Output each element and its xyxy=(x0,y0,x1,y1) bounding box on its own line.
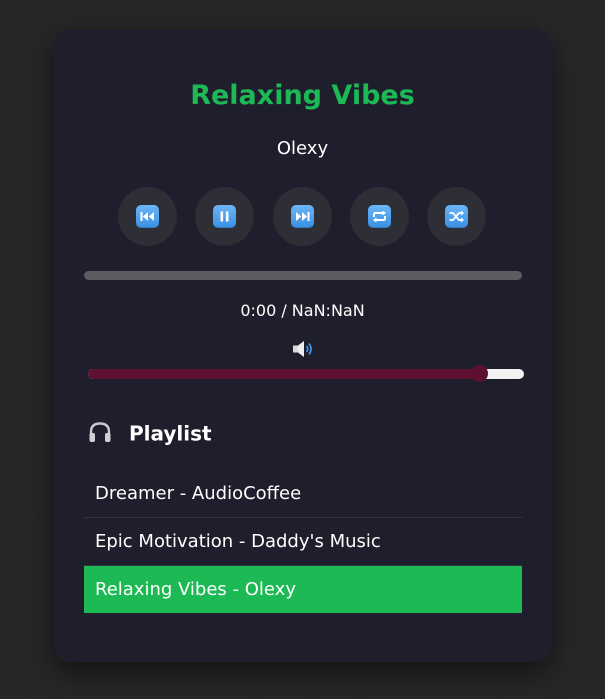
playback-controls xyxy=(118,187,488,247)
repeat-button[interactable] xyxy=(350,187,409,246)
volume-fill xyxy=(88,369,481,379)
headphones-icon xyxy=(89,421,111,442)
seek-bar[interactable] xyxy=(84,271,522,280)
track-artist: Olexy xyxy=(276,138,329,159)
previous-track-icon xyxy=(136,205,159,228)
playlist-heading-label: Playlist xyxy=(128,421,212,446)
playlist-item[interactable]: Epic Motivation - Daddy's Music xyxy=(84,518,522,566)
next-button[interactable] xyxy=(273,187,332,246)
volume-slider[interactable] xyxy=(88,365,524,382)
track-title: Relaxing Vibes xyxy=(190,80,415,111)
previous-button[interactable] xyxy=(118,187,177,246)
shuffle-icon xyxy=(445,205,468,228)
playlist-item-active[interactable]: Relaxing Vibes - Olexy xyxy=(84,566,522,613)
pause-button[interactable] xyxy=(195,187,254,246)
playlist-heading: Playlist xyxy=(88,417,212,447)
next-track-icon xyxy=(291,205,314,228)
repeat-icon xyxy=(368,205,391,228)
time-readout: 0:00 / NaN:NaN xyxy=(240,301,365,320)
speaker-volume-icon xyxy=(293,341,312,357)
playlist: Dreamer - AudioCoffee Epic Motivation - … xyxy=(84,470,522,613)
shuffle-button[interactable] xyxy=(427,187,486,246)
music-player-card: Relaxing Vibes Olexy 0:00 / NaN:NaN Play… xyxy=(54,30,551,662)
pause-icon xyxy=(213,205,236,228)
playlist-item[interactable]: Dreamer - AudioCoffee xyxy=(84,470,522,518)
volume-thumb[interactable] xyxy=(471,365,489,382)
